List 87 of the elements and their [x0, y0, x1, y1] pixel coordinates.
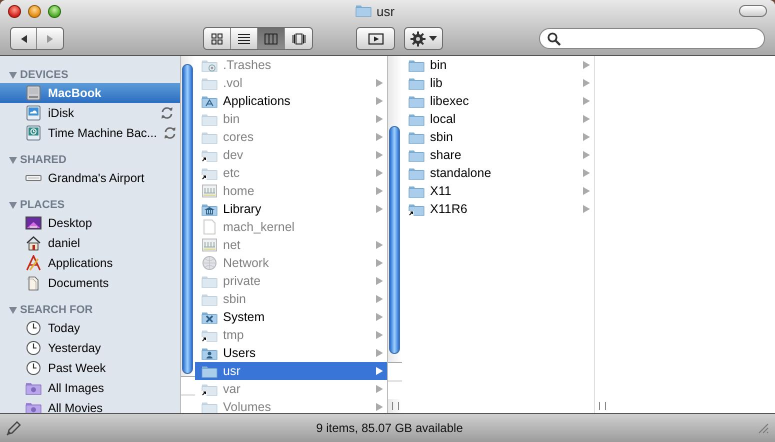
column-view-icon — [263, 30, 279, 46]
scroll-arrows[interactable] — [181, 376, 195, 413]
sidebar-item[interactable]: daniel — [0, 233, 180, 253]
sidebar-item[interactable]: All Images — [0, 378, 180, 398]
section-header: SEARCH FOR — [20, 304, 93, 316]
file-row[interactable]: home — [195, 182, 387, 200]
file-row[interactable]: .vol — [195, 74, 387, 92]
column-resize-handle[interactable] — [599, 402, 606, 410]
file-row[interactable]: etc — [195, 164, 387, 182]
play-icon — [368, 32, 384, 44]
view-switcher[interactable] — [203, 27, 313, 50]
clock-icon — [25, 360, 42, 376]
sidebar-item[interactable]: MacBook — [0, 83, 180, 103]
file-row[interactable]: dev — [195, 146, 387, 164]
file-row[interactable]: tmp — [195, 326, 387, 344]
expanded-triangle-icon[interactable] — [9, 307, 17, 314]
desktop-icon — [25, 215, 42, 231]
scroll-arrows[interactable] — [388, 362, 402, 399]
search-icon — [547, 32, 561, 46]
section-header: PLACES — [20, 199, 65, 211]
shared-folder-icon — [201, 183, 218, 199]
file-row[interactable]: net — [195, 236, 387, 254]
section-header: SHARED — [20, 154, 66, 166]
file-row[interactable]: Applications — [195, 92, 387, 110]
file-row[interactable]: Library — [195, 200, 387, 218]
house-icon — [25, 235, 42, 251]
smart-folder-icon — [25, 380, 42, 396]
file-row[interactable]: lib — [402, 74, 594, 92]
sidebar-item[interactable]: Yesterday — [0, 338, 180, 358]
sidebar-item[interactable]: Time Machine Bac... — [0, 123, 180, 143]
cover-flow-icon — [290, 30, 306, 46]
file-row[interactable]: sbin — [402, 128, 594, 146]
zoom-button[interactable] — [48, 4, 61, 18]
file-row[interactable]: private — [195, 272, 387, 290]
file-row[interactable]: bin — [402, 56, 594, 74]
file-row[interactable]: var — [195, 380, 387, 398]
expanded-triangle-icon[interactable] — [9, 202, 17, 209]
file-row[interactable]: mach_kernel — [195, 218, 387, 236]
file-row[interactable]: Network — [195, 254, 387, 272]
toolbar-toggle-button[interactable] — [739, 5, 767, 17]
sidebar-item[interactable]: Applications — [0, 253, 180, 273]
window-title: usr — [376, 4, 395, 18]
file-row[interactable]: System — [195, 308, 387, 326]
file-row[interactable]: share — [402, 146, 594, 164]
minimize-button[interactable] — [28, 4, 41, 18]
back-arrow-icon — [18, 34, 28, 44]
sidebar-item[interactable]: Documents — [0, 273, 180, 293]
action-menu-button[interactable] — [404, 27, 443, 50]
scrollbar-thumb[interactable] — [182, 64, 193, 374]
column-resize-handle[interactable] — [392, 402, 399, 410]
file-row[interactable]: .Trashes — [195, 56, 387, 74]
file-row[interactable]: bin — [195, 110, 387, 128]
file-row[interactable]: X11 — [402, 182, 594, 200]
gear-icon — [410, 30, 426, 46]
file-row[interactable]: libexec — [402, 92, 594, 110]
file-row[interactable]: local — [402, 110, 594, 128]
sidebar-item[interactable]: Today — [0, 318, 180, 338]
section-header: DEVICES — [20, 69, 68, 81]
quick-look-button[interactable] — [356, 27, 395, 50]
sidebar-item[interactable]: iDisk — [0, 103, 180, 123]
file-row[interactable]: standalone — [402, 164, 594, 182]
applications-icon — [25, 255, 42, 271]
clock-icon — [25, 320, 42, 336]
close-button[interactable] — [8, 4, 21, 18]
status-text: 9 items, 85.07 GB available — [315, 421, 464, 435]
file-row[interactable]: X11R6 — [402, 200, 594, 218]
navigation-buttons[interactable] — [10, 27, 64, 50]
search-field[interactable] — [539, 28, 765, 49]
pencil-icon — [6, 420, 22, 436]
file-row[interactable]: usr — [195, 362, 387, 380]
icon-view-icon — [209, 30, 225, 46]
forward-arrow-icon — [45, 34, 55, 44]
document-icon — [201, 219, 218, 235]
file-row[interactable]: Users — [195, 344, 387, 362]
shared-folder-icon — [201, 237, 218, 253]
file-row[interactable]: cores — [195, 128, 387, 146]
expanded-triangle-icon[interactable] — [9, 157, 17, 164]
sidebar-item[interactable]: Grandma's Airport — [0, 168, 180, 188]
sidebar-item[interactable]: Desktop — [0, 213, 180, 233]
smart-folder-icon — [25, 400, 42, 413]
scrollbar-thumb[interactable] — [389, 126, 400, 354]
sidebar-item[interactable]: Past Week — [0, 358, 180, 378]
caret-icon — [429, 36, 437, 41]
resize-grip-icon[interactable] — [757, 422, 769, 434]
clock-icon — [25, 340, 42, 356]
file-row[interactable]: sbin — [195, 290, 387, 308]
globe-icon — [201, 255, 218, 271]
